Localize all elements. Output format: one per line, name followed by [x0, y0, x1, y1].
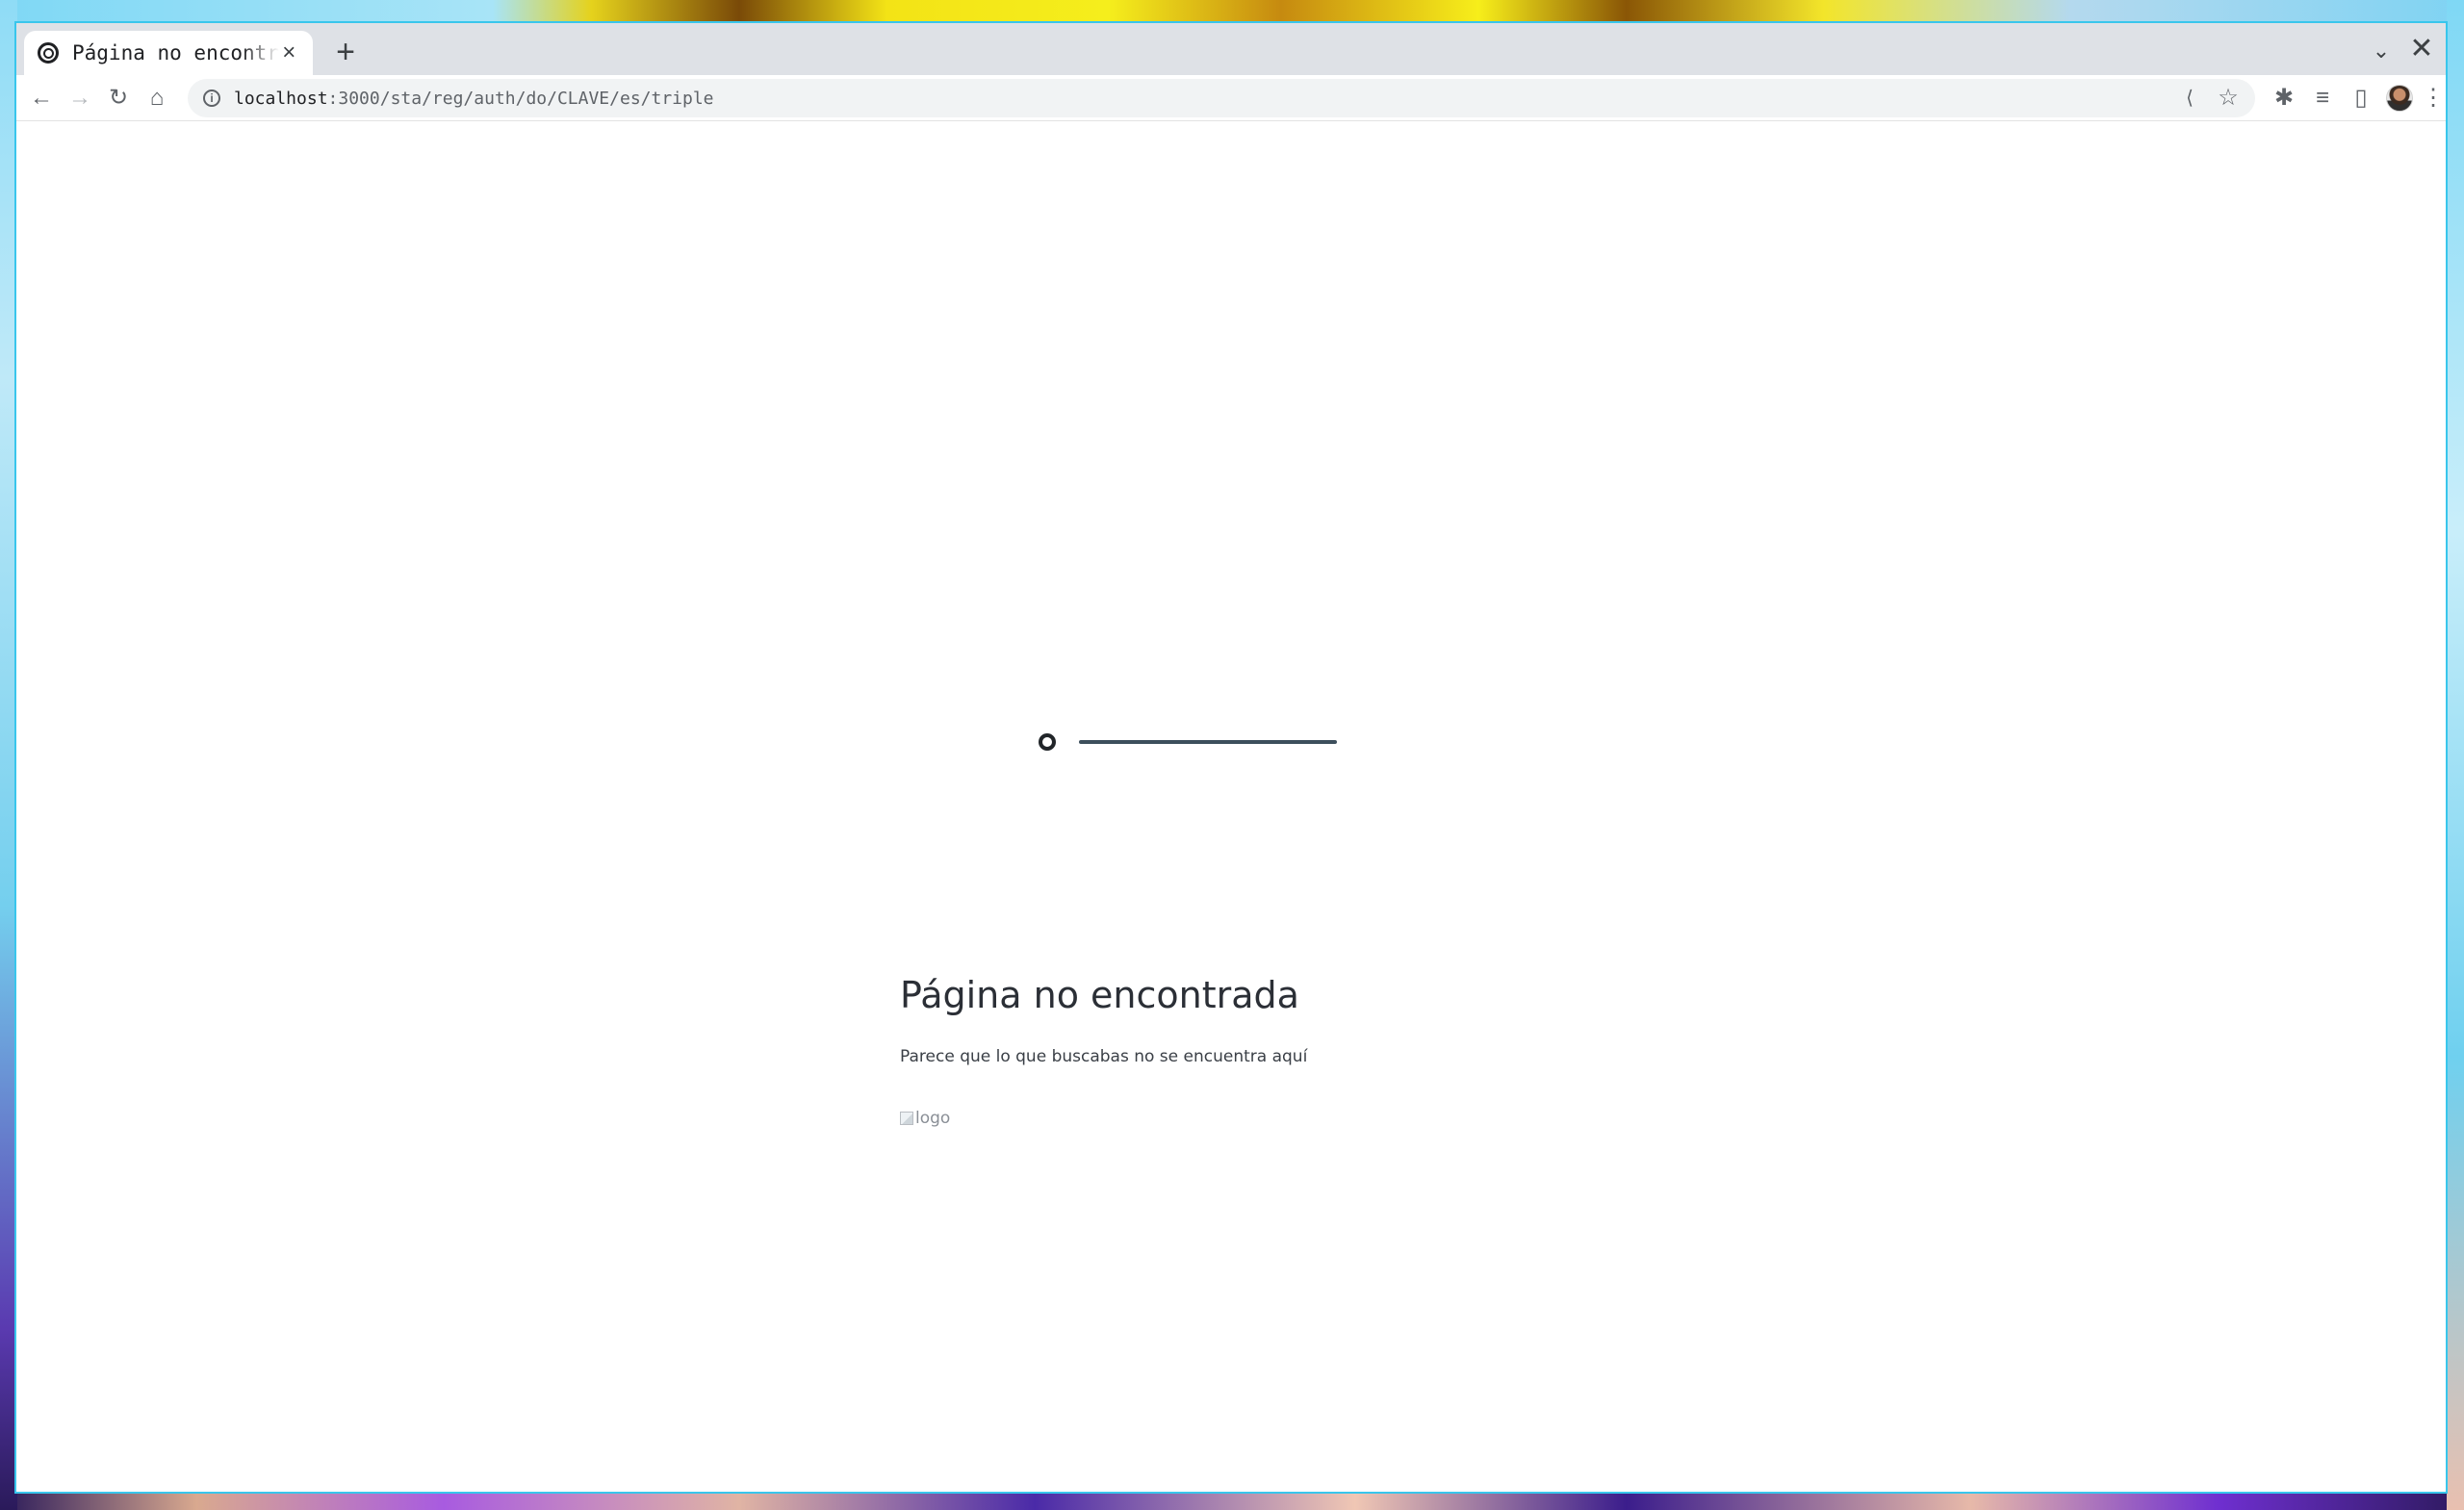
browser-toolbar: ← → ↻ ⌂ i localhost:3000/sta/reg/auth/do… [16, 75, 2446, 121]
site-info-icon[interactable]: i [203, 90, 220, 107]
media-queue-icon[interactable]: ≡ [2305, 81, 2340, 115]
loading-indicator [1039, 728, 1366, 756]
window-close-icon[interactable]: ✕ [2405, 33, 2438, 65]
reload-icon[interactable]: ↻ [101, 81, 136, 115]
logo-image: logo [900, 1109, 950, 1128]
broken-image-icon [900, 1112, 913, 1125]
extensions-puzzle-icon[interactable]: ✱ [2267, 81, 2301, 115]
page-title: Página no encontrada [900, 974, 1299, 1016]
target-icon [38, 42, 59, 64]
forward-arrow-icon[interactable]: → [63, 81, 97, 115]
profile-avatar[interactable] [2386, 85, 2413, 112]
logo-alt-text: logo [915, 1109, 951, 1128]
side-panel-icon[interactable]: ▯ [2344, 81, 2378, 115]
url-text[interactable]: localhost:3000/sta/reg/auth/do/CLAVE/es/… [234, 89, 714, 109]
share-icon[interactable]: ⟨ [2172, 81, 2207, 115]
not-found-message: Parece que lo que buscabas no se encuent… [900, 1047, 1308, 1066]
loader-line [1079, 740, 1337, 744]
wallpaper-right [2447, 0, 2464, 1510]
url-host: localhost [234, 88, 328, 109]
back-arrow-icon[interactable]: ← [24, 81, 59, 115]
tab-search-chevron-icon[interactable]: ⌄ [2367, 37, 2396, 65]
kebab-menu-icon[interactable]: ⋮ [2421, 81, 2446, 115]
browser-window: Página no encontrada × + ⌄ ✕ ← → ↻ ⌂ i l… [14, 21, 2448, 1494]
new-tab-button[interactable]: + [328, 35, 363, 69]
tab-title: Página no encontrada [72, 41, 279, 64]
loader-dot [1039, 733, 1056, 751]
bookmark-star-icon[interactable]: ☆ [2211, 81, 2246, 115]
url-path: :3000/sta/reg/auth/do/CLAVE/es/triple [327, 88, 714, 109]
tab-strip: Página no encontrada × + ⌄ ✕ [16, 23, 2446, 75]
page-content: Página no encontrada Parece que lo que b… [16, 121, 2446, 1492]
home-icon[interactable]: ⌂ [140, 81, 174, 115]
address-bar[interactable]: i localhost:3000/sta/reg/auth/do/CLAVE/e… [188, 79, 2255, 117]
tab-active[interactable]: Página no encontrada × [24, 31, 313, 75]
tab-close-icon[interactable]: × [279, 41, 299, 64]
